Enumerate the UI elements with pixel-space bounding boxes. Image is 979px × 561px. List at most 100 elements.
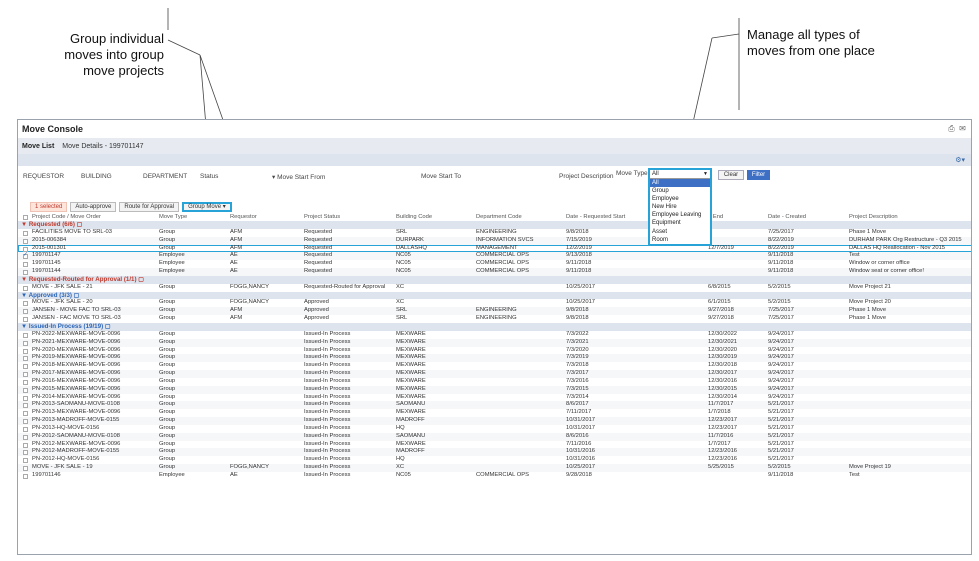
move-type-option[interactable]: Group	[650, 187, 710, 195]
collapse-toggle[interactable]: ▼ Requested (6/6) ▢	[21, 221, 83, 229]
row-checkbox[interactable]	[23, 230, 28, 236]
table-row[interactable]: PN-2012-SAOMANU-MOVE-0108 Group Issued-In …	[18, 432, 971, 441]
row-checkbox[interactable]	[23, 450, 28, 456]
table-row[interactable]: PN-2013-MEXWARE-MOVE-0096 Group Issued-In …	[18, 409, 971, 417]
table-row[interactable]: PN-2016-MEXWARE-MOVE-0096 Group Issued-In …	[18, 378, 971, 386]
row-checkbox[interactable]	[23, 379, 28, 385]
tab-move-list[interactable]: Move List	[22, 143, 54, 150]
row-checkbox[interactable]	[23, 332, 28, 338]
column-header[interactable]: Project Status	[304, 213, 394, 221]
move-type-option[interactable]: Equipment	[650, 219, 710, 227]
row-checkbox[interactable]	[23, 474, 28, 479]
row-checkbox[interactable]	[23, 301, 28, 307]
table-row[interactable]: PN-2021-MEXWARE-MOVE-0096 Group Issued-In …	[18, 338, 971, 347]
move-type-option[interactable]: All	[650, 179, 710, 188]
auto-approve-button[interactable]: Auto-approve	[70, 202, 117, 212]
table-row[interactable]: PN-2018-MEXWARE-MOVE-0096 Group Issued-In …	[18, 362, 971, 370]
triangle-down-icon[interactable]: ▼	[21, 221, 29, 228]
table-row[interactable]: MOVE - JFK SALE - 19 Group FOGG,NANCY Issue…	[18, 464, 971, 472]
column-header[interactable]: Date - Created	[768, 213, 847, 221]
table-row[interactable]: PN-2013-MADROFF-MOVE-0155 Group Issued-In …	[18, 417, 971, 425]
group-select-icon[interactable]: ▢	[103, 323, 111, 330]
table-row[interactable]: FACILITIES MOVE TO SRL-03 Group AFM Request…	[18, 229, 971, 237]
filter-building[interactable]: BUILDING	[81, 173, 112, 180]
table-row[interactable]: PN-2017-MEXWARE-MOVE-0096 Group Issued-In …	[18, 370, 971, 378]
move-type-select[interactable]: All ▼	[650, 170, 710, 179]
column-header[interactable]: Project Description	[849, 213, 971, 221]
table-row[interactable]: PN-2015-MEXWARE-MOVE-0096 Group Issued-In …	[18, 385, 971, 394]
group-header[interactable]: ▼ Issued-In Process (19/19) ▢	[18, 322, 971, 331]
triangle-down-icon[interactable]: ▼	[21, 276, 29, 283]
clear-button[interactable]: Clear	[718, 170, 744, 180]
row-checkbox[interactable]	[23, 419, 28, 425]
table-row[interactable]: PN-2013-SAOMANU-MOVE-0108 Group Issued-In …	[18, 401, 971, 410]
row-checkbox[interactable]	[23, 262, 28, 268]
table-row[interactable]: 199701146 Employee AE Issued-In Process NC05…	[18, 472, 971, 480]
table-row[interactable]: PN-2014-MEXWARE-MOVE-0096 Group Issued-In …	[18, 394, 971, 402]
row-checkbox[interactable]	[23, 458, 28, 464]
row-checkbox[interactable]	[23, 317, 28, 323]
row-checkbox[interactable]	[23, 442, 28, 448]
row-checkbox[interactable]	[23, 309, 28, 315]
filter-button[interactable]: Filter	[747, 170, 770, 180]
group-move-button[interactable]: Group Move ▾	[182, 202, 232, 212]
row-checkbox[interactable]	[23, 403, 28, 409]
filter-status[interactable]: Status	[200, 173, 218, 180]
table-row[interactable]: JANSEN - FAC MOVE TO SRL-03 Group AFM Appro…	[18, 315, 971, 323]
gear-icon[interactable]: ⚙▾	[955, 156, 965, 164]
group-select-icon[interactable]: ▢	[75, 221, 83, 228]
column-header[interactable]: d End	[708, 213, 766, 221]
table-row[interactable]: JANSEN - MOVE FAC TO SRL-03 Group AFM Appro…	[18, 307, 971, 316]
table-row[interactable]: 2015-006384 Group AFM Requested DURPARK INFOR…	[18, 236, 971, 245]
table-row[interactable]: MOVE - JFK SALE - 20 Group FOGG,NANCY Appro…	[18, 299, 971, 307]
move-type-dropdown[interactable]: All ▼ All Group Employee New Hire Employee L…	[648, 168, 712, 246]
table-row[interactable]: PN-2019-MEXWARE-MOVE-0096 Group Issued-In …	[18, 354, 971, 363]
row-checkbox[interactable]	[23, 364, 28, 370]
collapse-toggle[interactable]: ▼ Requested-Routed for Approval (1/1) ▢	[21, 276, 144, 284]
group-header[interactable]: ▼ Approved (3/3) ▢	[18, 291, 971, 300]
row-checkbox[interactable]	[23, 387, 28, 393]
column-header[interactable]: Department Code	[476, 213, 564, 221]
tab-move-details[interactable]: Move Details - 199701147	[62, 143, 143, 150]
filter-requestor[interactable]: REQUESTOR	[23, 173, 64, 180]
filter-project-description[interactable]: Project Description	[559, 173, 614, 180]
table-row[interactable]: PN-2013-HQ-MOVE-0156 Group Issued-In Proce…	[18, 425, 971, 433]
row-checkbox[interactable]	[23, 372, 28, 378]
move-type-option[interactable]: Room	[650, 236, 710, 244]
row-checkbox[interactable]	[23, 356, 28, 362]
table-row[interactable]: 199701145 Employee AE Requested NC05 COMMERCI…	[18, 260, 971, 268]
triangle-down-icon[interactable]: ▼	[21, 323, 29, 330]
table-row[interactable]: 2015-001301 Group AFM Requested DALLASHQ MANA…	[18, 244, 971, 253]
email-icon[interactable]: ✉	[958, 124, 967, 134]
table-row[interactable]: PN-2020-MEXWARE-MOVE-0096 Group Issued-In …	[18, 347, 971, 355]
row-checkbox[interactable]	[23, 466, 28, 472]
row-checkbox[interactable]	[23, 238, 28, 244]
group-header[interactable]: ▼ Requested-Routed for Approval (1/1) ▢	[18, 275, 971, 284]
table-row[interactable]: 199701147 Employee AE Requested NC05 COMMERCI…	[18, 252, 971, 261]
row-checkbox[interactable]	[23, 246, 28, 252]
row-checkbox[interactable]	[23, 348, 28, 354]
collapse-toggle[interactable]: ▼ Approved (3/3) ▢	[21, 292, 80, 300]
group-select-icon[interactable]: ▢	[137, 276, 144, 283]
row-checkbox[interactable]	[23, 252, 28, 260]
table-row[interactable]: PN-2012-MADROFF-MOVE-0155 Group Issued-In …	[18, 448, 971, 457]
move-type-option[interactable]: Employee	[650, 195, 710, 203]
row-checkbox[interactable]	[23, 395, 28, 401]
row-checkbox[interactable]	[23, 434, 28, 440]
move-type-option[interactable]: Employee Leaving	[650, 211, 710, 219]
row-checkbox[interactable]	[23, 340, 28, 346]
group-select-icon[interactable]: ▢	[72, 292, 80, 299]
table-row[interactable]: PN-2012-HQ-MOVE-0156 Group Issued-In Proce…	[18, 456, 971, 464]
column-header[interactable]: Project Code / Move Order	[32, 213, 157, 221]
filter-department[interactable]: DEPARTMENT	[143, 173, 187, 180]
route-for-approval-button[interactable]: Route for Approval	[119, 202, 180, 212]
move-type-option[interactable]: New Hire	[650, 203, 710, 211]
filter-move-start-to[interactable]: Move Start To	[421, 173, 461, 180]
filter-move-start-from[interactable]: ▾ Move Start From	[272, 173, 325, 181]
select-all-checkbox[interactable]	[23, 215, 28, 220]
column-header[interactable]: Building Code	[396, 213, 474, 221]
table-row[interactable]: PN-2012-MEXWARE-MOVE-0096 Group Issued-In …	[18, 441, 971, 449]
print-icon[interactable]: ⎙	[947, 124, 956, 134]
row-checkbox[interactable]	[23, 411, 28, 417]
row-checkbox[interactable]	[23, 285, 28, 291]
